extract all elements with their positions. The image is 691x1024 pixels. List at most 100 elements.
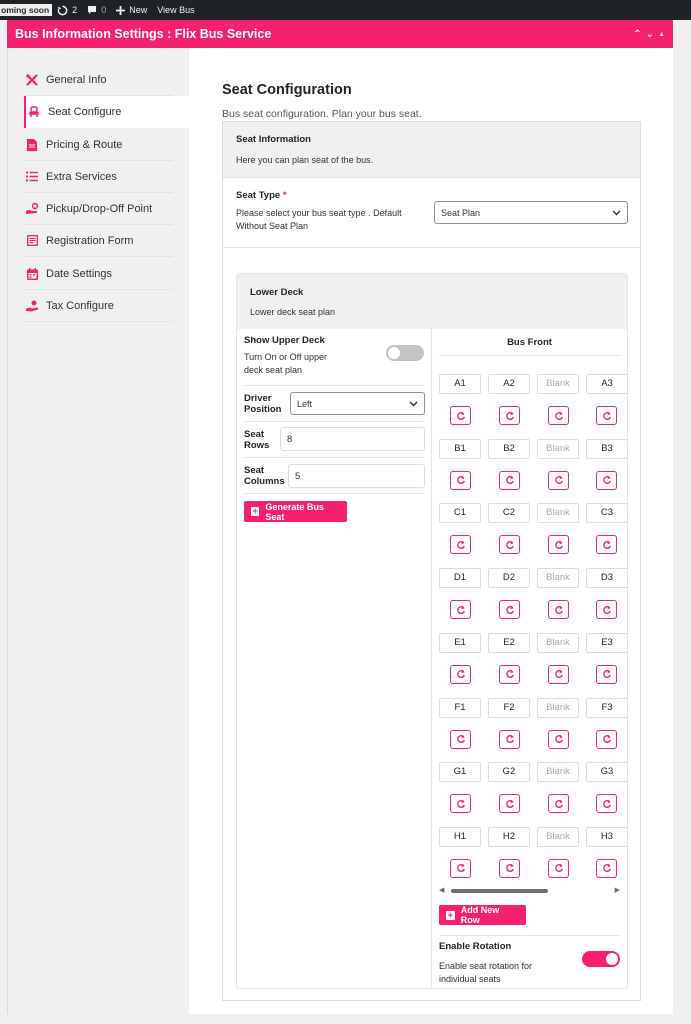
show-upper-deck-toggle[interactable] (386, 345, 424, 361)
chevron-down-icon[interactable]: ⌄ (646, 29, 654, 40)
coming-soon-badge[interactable]: oming soon (0, 4, 53, 16)
rotate-seat-button[interactable] (450, 600, 471, 620)
seat-a3[interactable]: A3 (586, 374, 627, 394)
rotate-seat-button[interactable] (499, 858, 520, 878)
seat-g3[interactable]: G3 (586, 762, 627, 783)
chevron-up-icon[interactable]: ⌃ (633, 29, 641, 40)
blank-seat[interactable]: Blank (537, 632, 579, 653)
nav-item-pricing-route[interactable]: Pricing & Route (24, 129, 173, 161)
add-new-row-button[interactable]: + Add New Row (439, 905, 526, 925)
seat-d1[interactable]: D1 (439, 568, 481, 589)
seat-b2[interactable]: B2 (488, 438, 530, 459)
rotate-seat-button[interactable] (450, 470, 471, 490)
new-item[interactable]: New (116, 5, 147, 15)
blank-seat[interactable]: Blank (537, 438, 579, 459)
rotate-seat-button[interactable] (596, 470, 617, 490)
rotate-seat-button[interactable] (548, 858, 569, 878)
seat-g1[interactable]: G1 (439, 762, 481, 783)
seat-g2[interactable]: G2 (488, 762, 530, 783)
nav-item-date-settings[interactable]: Date Settings (24, 258, 173, 290)
seat-e2[interactable]: E2 (488, 632, 530, 653)
nav-item-registration-form[interactable]: Registration Form (24, 225, 173, 257)
rotate-seat-button[interactable] (499, 535, 520, 555)
rotate-seat-button[interactable] (499, 794, 520, 814)
rotate-seat-button[interactable] (596, 600, 617, 620)
updates-icon (57, 5, 68, 15)
rotate-seat-button[interactable] (499, 600, 520, 620)
admin-bar: oming soon 2 0 New View Bus (0, 0, 691, 20)
nav-item-seat-configure[interactable]: Seat Configure (24, 96, 190, 128)
seat-rows-input[interactable]: 8 (280, 427, 425, 451)
rotate-seat-button[interactable] (548, 794, 569, 814)
seat-e1[interactable]: E1 (439, 632, 481, 653)
rotate-seat-button[interactable] (548, 729, 569, 749)
rotate-icon (505, 799, 514, 808)
rotate-seat-button[interactable] (499, 470, 520, 490)
show-upper-deck-description: Turn On or Off upper deck seat plan (244, 352, 328, 375)
scroll-thumb[interactable] (451, 889, 548, 893)
seat-f3[interactable]: F3 (586, 697, 627, 718)
seat-columns-input[interactable]: 5 (288, 464, 425, 488)
rotate-seat-button[interactable] (596, 729, 617, 749)
view-bus-link[interactable]: View Bus (157, 5, 194, 15)
seat-d2[interactable]: D2 (488, 568, 530, 589)
seat-h1[interactable]: H1 (439, 826, 481, 847)
seat-c2[interactable]: C2 (488, 503, 530, 524)
rotate-seat-button[interactable] (450, 535, 471, 555)
rotate-seat-button[interactable] (499, 406, 520, 425)
seat-b3[interactable]: B3 (586, 438, 627, 459)
rotate-seat-button[interactable] (548, 664, 569, 684)
rotate-seat-button[interactable] (450, 729, 471, 749)
nav-item-general-info[interactable]: General Info (24, 64, 173, 96)
rotate-seat-button[interactable] (596, 535, 617, 555)
rotate-seat-button[interactable] (596, 794, 617, 814)
blank-seat[interactable]: Blank (537, 826, 579, 847)
blank-seat[interactable]: Blank (537, 503, 579, 524)
rotate-seat-button[interactable] (499, 729, 520, 749)
rotate-seat-button[interactable] (596, 664, 617, 684)
rotate-seat-button[interactable] (548, 535, 569, 555)
rotate-seat-button[interactable] (548, 470, 569, 490)
blank-seat[interactable]: Blank (537, 697, 579, 718)
rotate-seat-button[interactable] (450, 794, 471, 814)
seat-c1[interactable]: C1 (439, 503, 481, 524)
generate-bus-seat-button[interactable]: + Generate Bus Seat (244, 501, 347, 522)
comments-item[interactable]: 0 (87, 5, 106, 15)
nav-item-tax-configure[interactable]: Tax Configure (24, 290, 173, 322)
rotate-seat-button[interactable] (596, 858, 617, 878)
seat-h2[interactable]: H2 (488, 826, 530, 847)
seat-f2[interactable]: F2 (488, 697, 530, 718)
seat-h3[interactable]: H3 (586, 826, 627, 847)
driver-position-label: Driver Position (244, 393, 282, 415)
rotate-seat-button[interactable] (596, 406, 617, 425)
rotate-seat-button[interactable] (450, 858, 471, 878)
enable-rotation-toggle[interactable] (582, 951, 620, 967)
rotate-seat-button[interactable] (450, 664, 471, 684)
rotate-seat-button[interactable] (548, 600, 569, 620)
seat-f1[interactable]: F1 (439, 697, 481, 718)
show-upper-deck-row: Show Upper Deck Turn On or Off upper dec… (244, 335, 425, 386)
seat-plan-scrollbar[interactable]: ◀ ▶ (439, 886, 620, 896)
scroll-left-icon[interactable]: ◀ (439, 886, 444, 894)
seat-plan-column: Bus Front A1 A2 Blank A3 B1 B2 Blank B3 C1 C2 Blan… (432, 329, 627, 988)
nav-item-extra-services[interactable]: Extra Services (24, 161, 173, 193)
blank-seat[interactable]: Blank (537, 762, 579, 783)
blank-seat[interactable]: Blank (537, 374, 579, 394)
rotate-seat-button[interactable] (450, 406, 471, 425)
nav-item-pickup-dropoff[interactable]: Pickup/Drop-Off Point (24, 193, 173, 225)
seat-c3[interactable]: C3 (586, 503, 627, 524)
seat-a2[interactable]: A2 (488, 374, 530, 394)
blank-seat[interactable]: Blank (537, 568, 579, 589)
driver-position-select[interactable]: Left (290, 392, 425, 415)
seat-e3[interactable]: E3 (586, 632, 627, 653)
seat-a1[interactable]: A1 (439, 374, 481, 394)
rotate-seat-button[interactable] (499, 664, 520, 684)
updates-item[interactable]: 2 (57, 5, 77, 16)
page-title: Seat Configuration (222, 82, 352, 98)
rotate-seat-button[interactable] (548, 406, 569, 425)
seat-d3[interactable]: D3 (586, 568, 627, 589)
seat-type-select[interactable]: Seat Plan (434, 201, 628, 224)
scroll-right-icon[interactable]: ▶ (615, 886, 620, 894)
collapse-toggle-icon[interactable]: ▲ (658, 31, 665, 38)
seat-b1[interactable]: B1 (439, 438, 481, 459)
